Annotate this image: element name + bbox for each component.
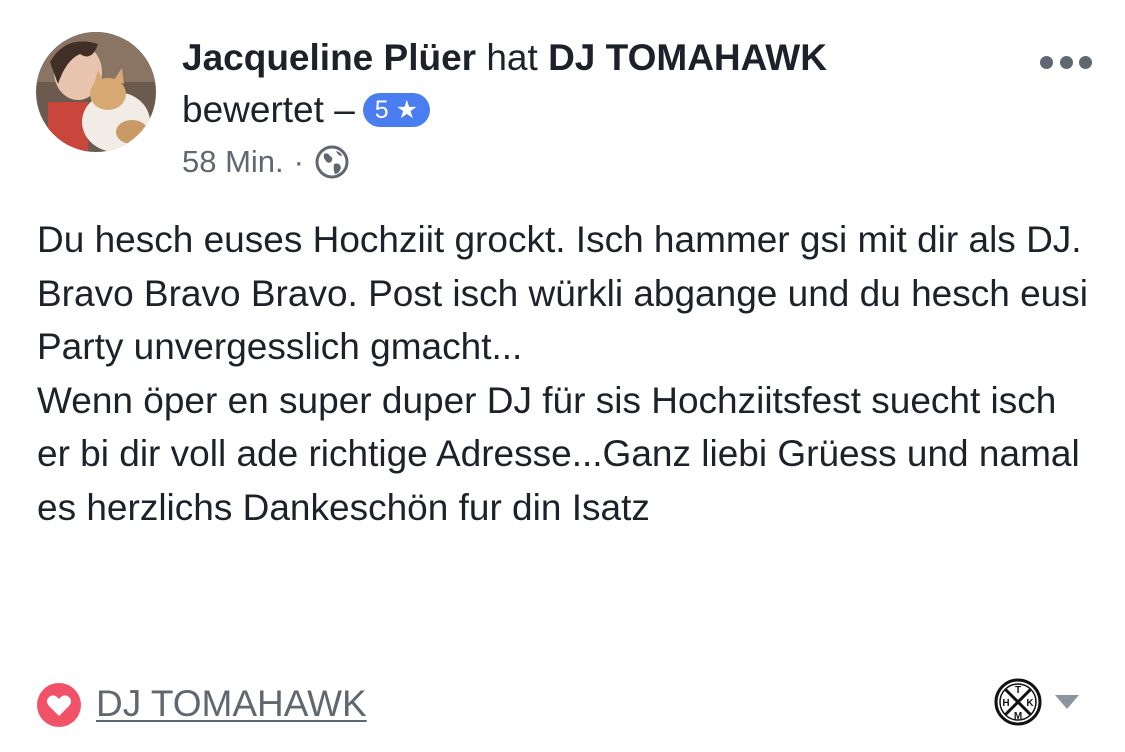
more-options-icon[interactable]: [1040, 50, 1092, 74]
post-meta: 58 Min. ·: [182, 140, 350, 184]
meta-separator: ·: [293, 144, 304, 179]
logo-letter: M: [1014, 711, 1022, 722]
review-paragraph: Du hesch euses Hochziit grockt. Isch ham…: [37, 219, 1088, 367]
timestamp-link[interactable]: 58 Min.: [182, 140, 284, 184]
more-dot: [1079, 55, 1092, 69]
more-dot: [1059, 55, 1073, 69]
logo-letter: H: [1002, 698, 1009, 709]
author-name-link[interactable]: Jacqueline Plüer: [182, 37, 476, 78]
author-avatar[interactable]: [36, 32, 156, 152]
chevron-down-icon[interactable]: [1054, 694, 1080, 710]
action-suffix: bewertet –: [182, 89, 355, 130]
review-headline: Jacqueline Plüer hat DJ TOMAHAWK bewerte…: [182, 32, 982, 136]
review-post: Jacqueline Plüer hat DJ TOMAHAWK bewerte…: [0, 0, 1125, 752]
review-body: Du hesch euses Hochziit grockt. Isch ham…: [37, 213, 1097, 534]
avatar-photo: [36, 32, 156, 152]
rating-value: 5: [374, 96, 389, 124]
post-footer: DJ TOMAHAWK T K M H: [36, 678, 1096, 730]
page-logo-icon[interactable]: T K M H: [994, 678, 1042, 726]
page-name-link[interactable]: DJ TOMAHAWK: [548, 37, 827, 78]
logo-letter: K: [1026, 698, 1034, 709]
review-paragraph: Wenn öper en super duper DJ für sis Hoch…: [37, 379, 1080, 528]
more-dot: [1040, 55, 1053, 69]
rating-badge: 5 ★: [362, 93, 431, 127]
globe-icon[interactable]: [314, 144, 350, 180]
action-word: hat: [486, 37, 538, 78]
page-link[interactable]: DJ TOMAHAWK: [96, 680, 367, 728]
star-icon: ★: [395, 96, 419, 124]
heart-icon[interactable]: [36, 682, 82, 728]
logo-letter: T: [1015, 685, 1021, 696]
